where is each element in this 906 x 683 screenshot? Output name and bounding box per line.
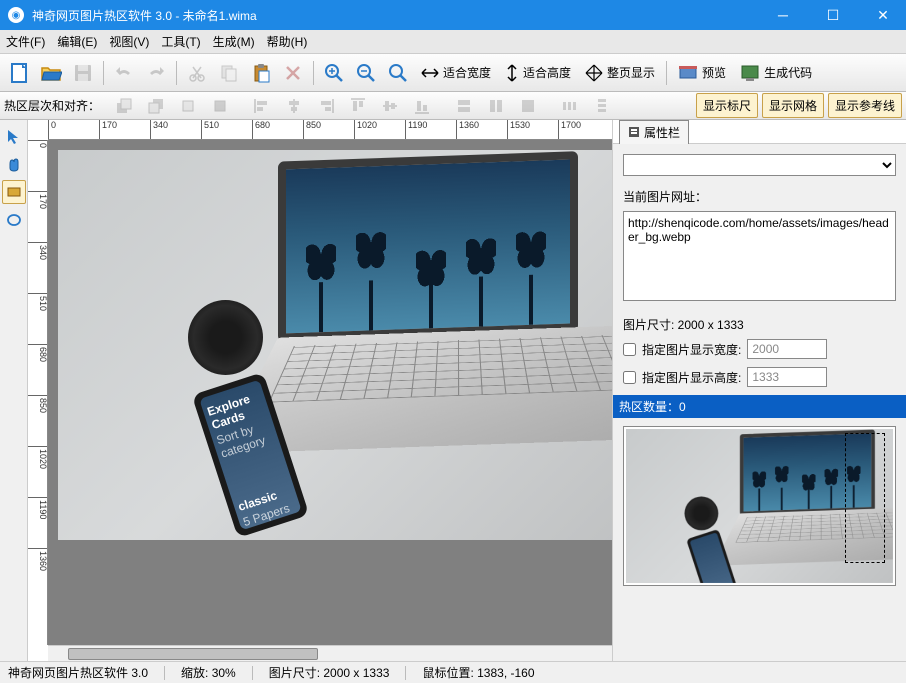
redo-button[interactable] [141, 58, 171, 88]
save-button[interactable] [68, 58, 98, 88]
status-size: 图片尺寸: 2000 x 1333 [269, 664, 390, 681]
height-checkbox[interactable] [623, 371, 636, 384]
status-zoom: 缩放: 30% [181, 664, 236, 681]
status-app: 神奇网页图片热区软件 3.0 [8, 664, 148, 681]
main-area: 017034051068085010201190136015301700 017… [0, 120, 906, 661]
distribute-h-icon [556, 95, 584, 117]
fit-height-button[interactable]: 适合高度 [499, 58, 577, 88]
properties-tab[interactable]: 属性栏 [619, 120, 689, 144]
cut-button[interactable] [182, 58, 212, 88]
minimize-button[interactable]: ─ [768, 7, 798, 24]
canvas-area: 017034051068085010201190136015301700 017… [28, 120, 612, 661]
distribute-v-icon [588, 95, 616, 117]
preview-icon [678, 64, 698, 82]
height-input[interactable] [747, 367, 827, 387]
fit-page-icon [585, 64, 603, 82]
fit-width-button[interactable]: 适合宽度 [415, 58, 497, 88]
close-button[interactable]: ✕ [868, 7, 898, 24]
preview-button[interactable]: 预览 [672, 58, 732, 88]
maximize-button[interactable]: ☐ [818, 7, 848, 24]
image-size-label: 图片尺寸: 2000 x 1333 [623, 316, 896, 333]
element-select[interactable] [623, 154, 896, 176]
align-right-icon [312, 95, 340, 117]
fit-page-label: 整页显示 [607, 64, 655, 81]
same-height-icon [482, 95, 510, 117]
align-left-icon [248, 95, 276, 117]
zoom-in-button[interactable] [319, 58, 349, 88]
hand-tool[interactable] [2, 152, 26, 176]
panel-tabs: 属性栏 [613, 120, 906, 144]
same-width-icon [450, 95, 478, 117]
align-toolbar: 热区层次和对齐： 显示标尺 显示网格 显示参考线 [0, 92, 906, 120]
zoom-out-button[interactable] [351, 58, 381, 88]
bring-forward-icon [174, 95, 202, 117]
properties-panel: 属性栏 当前图片网址： 图片尺寸: 2000 x 1333 指定图片显示宽度: … [612, 120, 906, 661]
zoom-actual-button[interactable] [383, 58, 413, 88]
width-input[interactable] [747, 339, 827, 359]
canvas-image: Explore Cards Sort by category classic 5… [58, 150, 612, 540]
undo-button[interactable] [109, 58, 139, 88]
generate-label: 生成代码 [764, 64, 812, 81]
main-toolbar: 适合宽度 适合高度 整页显示 预览 生成代码 [0, 54, 906, 92]
send-back-icon [142, 95, 170, 117]
window-title: 神奇网页图片热区软件 3.0 - 未命名1.wima [32, 7, 768, 24]
menu-edit[interactable]: 编辑(E) [57, 33, 97, 50]
same-size-icon [514, 95, 542, 117]
align-center-v-icon [376, 95, 404, 117]
show-ruler-toggle[interactable]: 显示标尺 [696, 93, 758, 118]
statusbar: 神奇网页图片热区软件 3.0 缩放: 30% 图片尺寸: 2000 x 1333… [0, 661, 906, 683]
align-bottom-icon [408, 95, 436, 117]
show-grid-toggle[interactable]: 显示网格 [762, 93, 824, 118]
titlebar: ◉ 神奇网页图片热区软件 3.0 - 未命名1.wima ─ ☐ ✕ [0, 0, 906, 30]
menu-help[interactable]: 帮助(H) [267, 33, 308, 50]
app-icon: ◉ [8, 7, 24, 23]
show-guides-toggle[interactable]: 显示参考线 [828, 93, 902, 118]
align-center-h-icon [280, 95, 308, 117]
send-backward-icon [206, 95, 234, 117]
hotspot-count-header: 热区数量：0 [613, 395, 906, 418]
fit-page-button[interactable]: 整页显示 [579, 58, 661, 88]
open-button[interactable] [36, 58, 66, 88]
left-tool-strip [0, 120, 28, 661]
fit-width-icon [421, 66, 439, 80]
width-checkbox[interactable] [623, 343, 636, 356]
properties-icon [628, 126, 640, 138]
fit-height-icon [505, 64, 519, 82]
menu-file[interactable]: 文件(F) [6, 33, 45, 50]
delete-button[interactable] [278, 58, 308, 88]
preview-label: 预览 [702, 64, 726, 81]
url-label: 当前图片网址： [623, 188, 896, 205]
canvas-viewport[interactable]: Explore Cards Sort by category classic 5… [48, 140, 612, 645]
horizontal-ruler[interactable]: 017034051068085010201190136015301700 [48, 120, 612, 140]
status-mouse: 鼠标位置: 1383, -160 [422, 664, 534, 681]
pointer-tool[interactable] [2, 124, 26, 148]
properties-tab-label: 属性栏 [644, 124, 680, 141]
new-button[interactable] [4, 58, 34, 88]
viewport-indicator[interactable] [845, 433, 885, 563]
width-check-label: 指定图片显示宽度: [642, 341, 741, 358]
fit-height-label: 适合高度 [523, 64, 571, 81]
ellipse-tool[interactable] [2, 208, 26, 232]
horizontal-scrollbar[interactable] [48, 645, 612, 661]
url-textarea[interactable] [623, 211, 896, 301]
thumbnail-navigator[interactable] [623, 426, 896, 586]
menu-generate[interactable]: 生成(M) [213, 33, 255, 50]
generate-code-button[interactable]: 生成代码 [734, 58, 818, 88]
bring-front-icon [110, 95, 138, 117]
align-top-icon [344, 95, 372, 117]
vertical-ruler[interactable]: 0170340510680850102011901360 [28, 140, 48, 645]
copy-button[interactable] [214, 58, 244, 88]
align-label: 热区层次和对齐： [4, 97, 100, 114]
menubar: 文件(F) 编辑(E) 视图(V) 工具(T) 生成(M) 帮助(H) [0, 30, 906, 54]
rectangle-tool[interactable] [2, 180, 26, 204]
menu-view[interactable]: 视图(V) [109, 33, 149, 50]
menu-tools[interactable]: 工具(T) [161, 33, 200, 50]
paste-button[interactable] [246, 58, 276, 88]
fit-width-label: 适合宽度 [443, 64, 491, 81]
height-check-label: 指定图片显示高度: [642, 369, 741, 386]
generate-icon [740, 64, 760, 82]
